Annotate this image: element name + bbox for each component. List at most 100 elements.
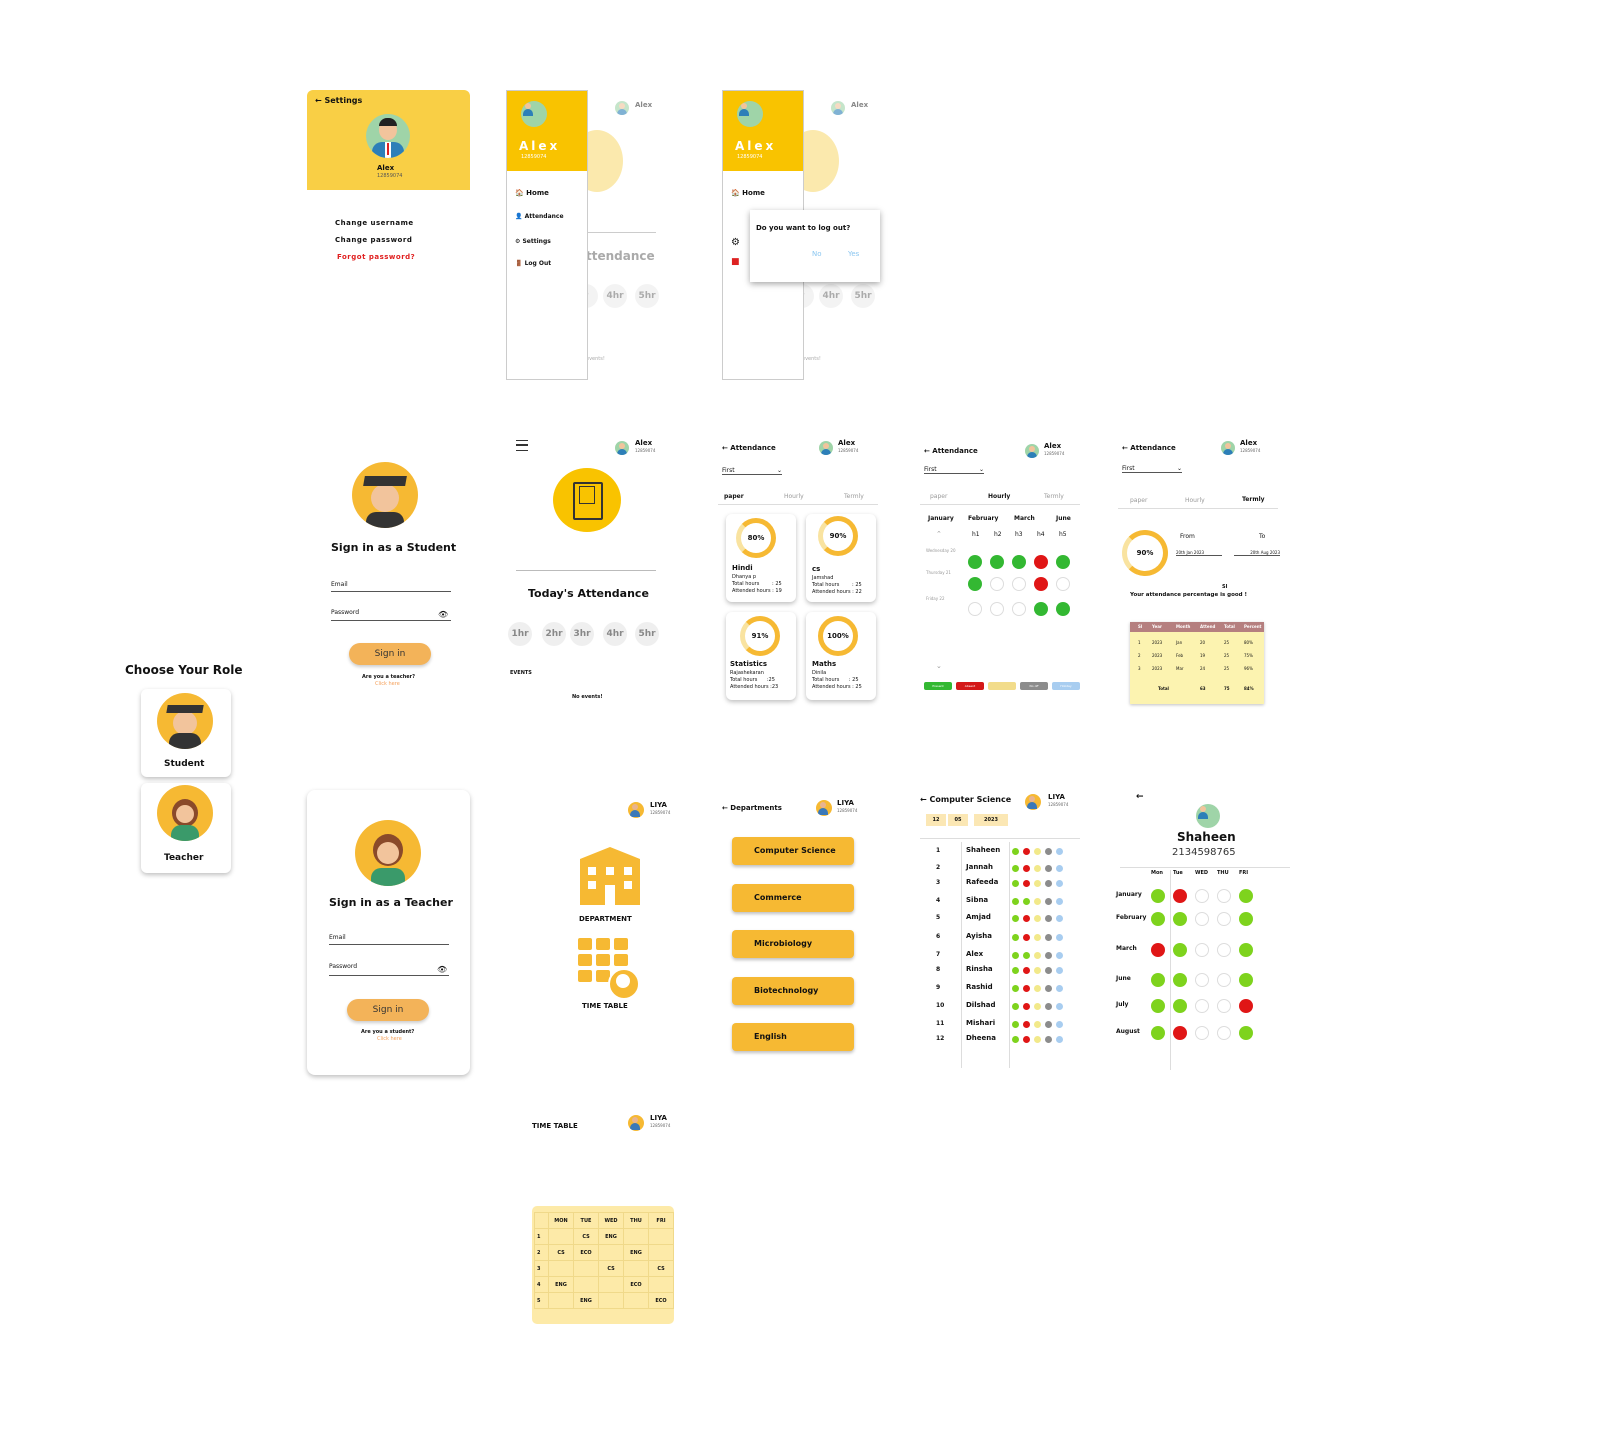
status-dot[interactable] (1034, 934, 1041, 941)
status-dot[interactable] (1056, 934, 1063, 941)
status-dot[interactable] (1045, 934, 1052, 941)
timetable-cell[interactable] (623, 1260, 649, 1277)
drawer-item-home[interactable]: 🏠 Home (515, 189, 549, 197)
status-dot[interactable] (1023, 934, 1030, 941)
student-name[interactable]: Sibna (966, 896, 988, 904)
change-password-link[interactable]: Change password (335, 236, 412, 244)
timetable-cell[interactable]: ECO (573, 1244, 599, 1261)
timetable-cell[interactable] (598, 1292, 624, 1309)
teacher-link[interactable]: Click here (375, 681, 400, 687)
drawer-item-settings[interactable]: ⚙ Settings (515, 238, 551, 245)
status-dot[interactable] (1045, 985, 1052, 992)
status-dot[interactable] (1045, 915, 1052, 922)
timetable-cell[interactable]: ENG (623, 1244, 649, 1261)
subject-card[interactable]: 90% cs Jamshad Total hours : 25 Attended… (806, 514, 876, 602)
status-dot[interactable] (1012, 865, 1019, 872)
status-dot[interactable] (1034, 985, 1041, 992)
logout-yes-button[interactable]: Yes (848, 250, 859, 258)
timetable-cell[interactable]: ECO (623, 1276, 649, 1293)
status-dot[interactable] (1012, 952, 1019, 959)
subject-card[interactable]: 100% Maths Dinila Total hours : 25 Atten… (806, 612, 876, 700)
tab-termly[interactable]: Termly (844, 493, 864, 500)
student-name[interactable]: Shaheen (966, 846, 1000, 854)
status-dot[interactable] (1034, 1036, 1041, 1043)
subject-card[interactable]: 80% Hindi Dhanya p Total hours : 25 Atte… (726, 514, 796, 602)
status-dot[interactable] (1023, 1021, 1030, 1028)
timetable-cell[interactable] (598, 1276, 624, 1293)
tab-hourly[interactable]: Hourly (988, 493, 1010, 500)
status-dot[interactable] (1012, 915, 1019, 922)
password-field[interactable] (331, 620, 451, 621)
student-name[interactable]: Rashid (966, 983, 993, 991)
date-year[interactable]: 2023 (974, 814, 1008, 826)
logout-icon[interactable]: ■ (731, 257, 740, 267)
department-button[interactable]: Microbiology (732, 930, 854, 958)
status-dot[interactable] (1023, 915, 1030, 922)
status-dot[interactable] (1012, 934, 1019, 941)
status-dot[interactable] (1023, 952, 1030, 959)
timetable-cell[interactable]: CS (548, 1244, 574, 1261)
eye-icon[interactable]: 👁 (438, 610, 448, 619)
back-title[interactable]: ← Attendance (1122, 444, 1176, 452)
timetable-cell[interactable] (598, 1244, 624, 1261)
student-name[interactable]: Rinsha (966, 965, 993, 973)
password-field[interactable] (329, 975, 449, 976)
gear-icon[interactable]: ⚙ (731, 237, 740, 248)
date-month[interactable]: 05 (948, 814, 968, 826)
status-dot[interactable] (1056, 898, 1063, 905)
department-button[interactable]: Commerce (732, 884, 854, 912)
month-label[interactable]: March (1014, 515, 1035, 522)
back-title[interactable]: ← Computer Science (920, 795, 1011, 804)
timetable-cell[interactable] (648, 1244, 674, 1261)
timetable-cell[interactable] (623, 1228, 649, 1245)
status-dot[interactable] (1045, 952, 1052, 959)
month-label[interactable]: January (928, 515, 954, 522)
status-dot[interactable] (1056, 1003, 1063, 1010)
status-dot[interactable] (1034, 865, 1041, 872)
status-dot[interactable] (1056, 848, 1063, 855)
term-select[interactable]: First ⌄ (722, 467, 782, 475)
email-field[interactable] (331, 591, 451, 592)
status-dot[interactable] (1012, 985, 1019, 992)
timetable-cell[interactable]: ENG (598, 1228, 624, 1245)
status-dot[interactable] (1023, 848, 1030, 855)
status-dot[interactable] (1045, 880, 1052, 887)
status-dot[interactable] (1023, 865, 1030, 872)
tab-hourly[interactable]: Hourly (784, 493, 804, 500)
status-dot[interactable] (1034, 915, 1041, 922)
status-dot[interactable] (1012, 967, 1019, 974)
tab-hourly[interactable]: Hourly (1185, 497, 1205, 504)
timetable-cell[interactable]: CS (648, 1260, 674, 1277)
subject-card[interactable]: 91% Statistics Rajashekaran Total hours … (726, 612, 796, 700)
department-button[interactable]: English (732, 1023, 854, 1051)
back-title[interactable]: ← Attendance (722, 444, 776, 452)
status-dot[interactable] (1045, 967, 1052, 974)
term-select[interactable]: First ⌄ (924, 466, 984, 474)
status-dot[interactable] (1012, 848, 1019, 855)
drawer-item-home[interactable]: 🏠 Home (731, 189, 765, 197)
timetable-cell[interactable]: ENG (548, 1276, 574, 1293)
status-dot[interactable] (1023, 880, 1030, 887)
department-icon[interactable] (580, 847, 640, 905)
timetable-cell[interactable] (548, 1260, 574, 1277)
status-dot[interactable] (1012, 880, 1019, 887)
student-name[interactable]: Dheena (966, 1034, 996, 1042)
status-dot[interactable] (1045, 1036, 1052, 1043)
settings-back-button[interactable]: ← Settings (315, 96, 362, 105)
month-label[interactable]: June (1056, 515, 1071, 522)
status-dot[interactable] (1056, 865, 1063, 872)
status-dot[interactable] (1034, 898, 1041, 905)
timetable-icon[interactable] (578, 938, 642, 1000)
status-dot[interactable] (1034, 880, 1041, 887)
student-name[interactable]: Mishari (966, 1019, 995, 1027)
status-dot[interactable] (1056, 1036, 1063, 1043)
status-dot[interactable] (1023, 985, 1030, 992)
drawer-item-attendance[interactable]: 👤 Attendance (515, 213, 564, 220)
back-title[interactable]: ← Departments (722, 804, 782, 812)
status-dot[interactable] (1012, 1036, 1019, 1043)
timetable-cell[interactable] (573, 1260, 599, 1277)
timetable-label[interactable]: TIME TABLE (582, 1002, 628, 1010)
term-select[interactable]: First ⌄ (1122, 465, 1182, 473)
status-dot[interactable] (1023, 898, 1030, 905)
tab-paper[interactable]: paper (1130, 497, 1147, 504)
